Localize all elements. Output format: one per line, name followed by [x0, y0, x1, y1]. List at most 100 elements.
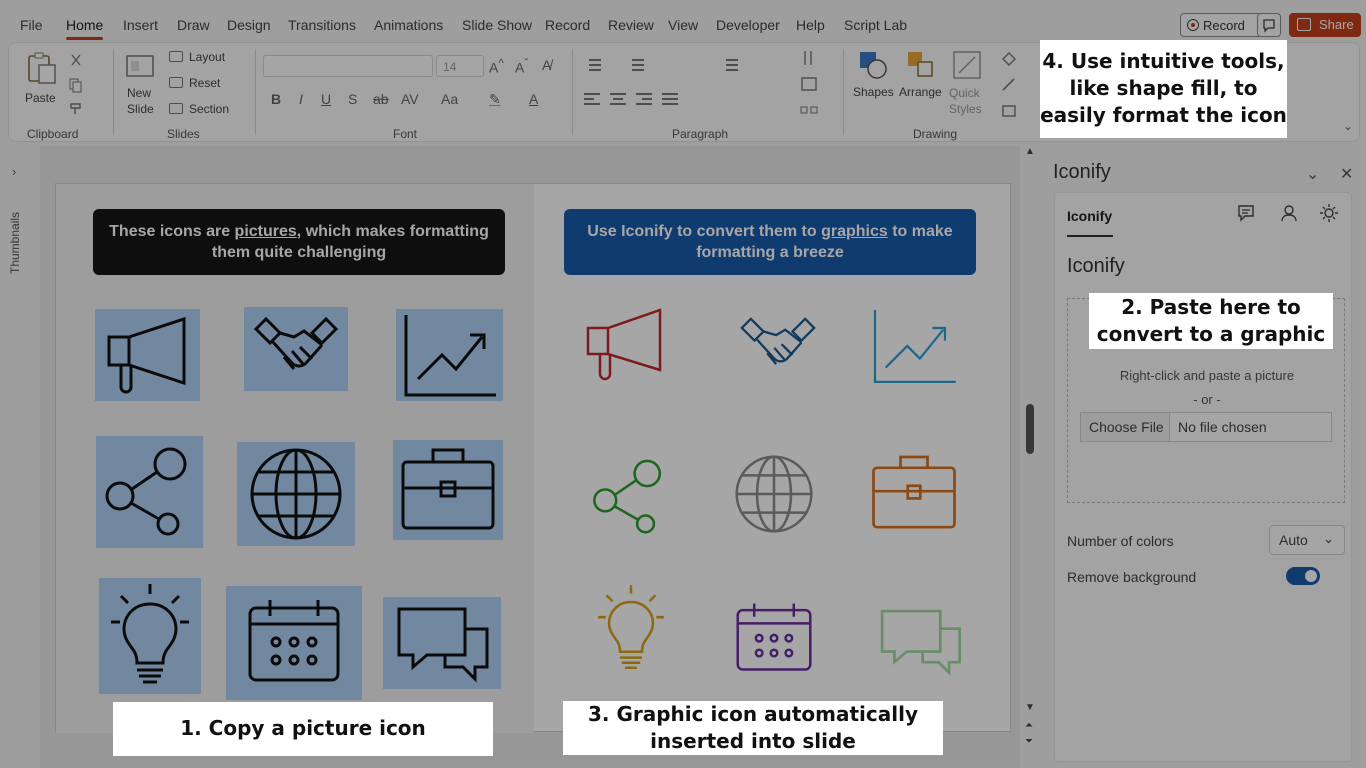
globe-graphic-icon[interactable]: [724, 446, 824, 542]
text-direction-icon[interactable]: [799, 49, 819, 67]
menu-help[interactable]: Help: [796, 17, 825, 33]
align-left-icon[interactable]: [584, 91, 602, 107]
layout-button[interactable]: Layout: [167, 49, 243, 67]
menu-design[interactable]: Design: [227, 17, 271, 33]
pane-title: Iconify: [1053, 161, 1111, 183]
shadow-icon[interactable]: S: [348, 91, 357, 107]
slide-canvas[interactable]: These icons are pictures, which makes fo…: [55, 183, 1011, 733]
paste-button[interactable]: Paste: [23, 49, 59, 119]
next-slide-icon[interactable]: ⏷: [1025, 736, 1033, 747]
lightbulb-picture[interactable]: [99, 578, 201, 694]
pictures-caption[interactable]: These icons are pictures, which makes fo…: [93, 209, 505, 275]
menu-file[interactable]: File: [20, 17, 43, 33]
menu-view[interactable]: View: [668, 17, 698, 33]
calendar-graphic-icon[interactable]: [716, 592, 832, 686]
numbering-icon[interactable]: [627, 57, 649, 73]
section-button[interactable]: Section: [167, 101, 243, 119]
close-icon[interactable]: ✕: [1340, 164, 1353, 184]
font-color-icon[interactable]: A: [529, 91, 538, 107]
italic-icon[interactable]: I: [299, 91, 303, 107]
previous-slide-icon[interactable]: ⏶: [1025, 720, 1033, 731]
briefcase-graphic-icon[interactable]: [864, 448, 964, 538]
theme-icon[interactable]: [1319, 203, 1339, 223]
menu-insert[interactable]: Insert: [123, 17, 158, 33]
shape-fill-icon[interactable]: [999, 49, 1019, 69]
feedback-icon[interactable]: [1236, 203, 1256, 223]
megaphone-picture[interactable]: [95, 309, 200, 401]
new-slide-button[interactable]: New Slide: [121, 49, 161, 119]
font-size-field[interactable]: 14: [436, 55, 484, 77]
graphics-caption[interactable]: Use Iconify to convert them to graphics …: [564, 209, 976, 275]
format-painter-icon[interactable]: [68, 101, 84, 117]
menu-draw[interactable]: Draw: [177, 17, 210, 33]
font-name-field[interactable]: [263, 55, 433, 77]
menu-record[interactable]: Record: [545, 17, 590, 33]
bullets-icon[interactable]: [584, 57, 606, 73]
align-right-icon[interactable]: [636, 91, 654, 107]
slide-scrollbar[interactable]: ▲ ▼ ⏶ ⏷: [1022, 146, 1038, 756]
new-slide-label: New Slide: [127, 86, 154, 116]
reset-button[interactable]: Reset: [167, 75, 243, 93]
strikethrough-icon[interactable]: ab: [373, 91, 389, 107]
change-case-icon[interactable]: Aa: [441, 91, 458, 107]
smartart-icon[interactable]: [799, 101, 819, 119]
globe-picture[interactable]: [237, 442, 355, 546]
increase-font-icon[interactable]: A^: [489, 57, 504, 76]
clear-formatting-icon[interactable]: A̸: [542, 57, 551, 73]
chat-picture[interactable]: [383, 597, 501, 689]
justify-icon[interactable]: [662, 91, 680, 107]
tab-iconify[interactable]: Iconify: [1067, 208, 1112, 224]
scroll-down-icon[interactable]: ▼: [1025, 702, 1035, 713]
remove-background-toggle[interactable]: [1286, 567, 1320, 585]
number-of-colors-select[interactable]: Auto ⌄: [1269, 525, 1345, 555]
chevron-down-icon: ⌄: [1323, 531, 1334, 546]
briefcase-picture[interactable]: [393, 440, 503, 540]
align-text-icon[interactable]: [799, 75, 819, 93]
chart-picture[interactable]: [396, 309, 503, 401]
account-icon[interactable]: [1279, 203, 1299, 223]
arrange-button[interactable]: Arrange: [897, 49, 943, 119]
chart-graphic-icon[interactable]: [866, 304, 962, 388]
thumbnails-label[interactable]: Thumbnails: [8, 212, 22, 274]
scroll-up-icon[interactable]: ▲: [1025, 146, 1035, 157]
underline-icon[interactable]: U: [321, 91, 331, 107]
shape-effects-icon[interactable]: [999, 101, 1019, 121]
menu-review[interactable]: Review: [608, 17, 654, 33]
share-graphic-icon[interactable]: [584, 450, 676, 544]
handshake-graphic-icon[interactable]: [728, 308, 828, 384]
chevron-right-icon[interactable]: ›: [12, 164, 16, 179]
menu-home[interactable]: Home: [66, 17, 104, 40]
chat-graphic-icon[interactable]: [868, 600, 972, 682]
lightbulb-graphic-icon[interactable]: [588, 580, 674, 678]
menu-animations[interactable]: Animations: [374, 17, 443, 33]
handshake-picture[interactable]: [244, 307, 348, 391]
shapes-button[interactable]: Shapes: [851, 49, 894, 119]
menu-slide-show[interactable]: Slide Show: [462, 17, 532, 33]
cut-icon[interactable]: [69, 53, 83, 67]
file-input[interactable]: Choose File No file chosen: [1080, 412, 1332, 442]
quick-styles-button[interactable]: Quick Styles: [947, 49, 987, 119]
share-picture[interactable]: [96, 436, 203, 548]
font-size-value: 14: [443, 60, 457, 74]
ribbon-collapse-icon[interactable]: ⌄: [1343, 119, 1353, 133]
scroll-thumb[interactable]: [1026, 404, 1034, 454]
align-center-icon[interactable]: [610, 91, 628, 107]
bold-icon[interactable]: B: [271, 91, 281, 107]
choose-file-button[interactable]: Choose File: [1081, 413, 1170, 441]
line-spacing-icon[interactable]: [721, 57, 743, 73]
calendar-picture[interactable]: [226, 586, 362, 700]
menu-script-lab[interactable]: Script Lab: [844, 17, 907, 33]
pane-options-icon[interactable]: ⌄: [1306, 164, 1319, 184]
menu-developer[interactable]: Developer: [716, 17, 780, 33]
shape-outline-icon[interactable]: [999, 75, 1019, 95]
highlight-icon[interactable]: ✎: [489, 91, 501, 108]
megaphone-graphic-icon[interactable]: [578, 304, 678, 388]
share-button[interactable]: Share: [1289, 13, 1361, 37]
record-button[interactable]: Record: [1180, 13, 1262, 37]
menu-transitions[interactable]: Transitions: [288, 17, 356, 33]
decrease-font-icon[interactable]: Aˇ: [515, 57, 528, 76]
comments-button[interactable]: [1257, 13, 1281, 37]
copy-icon[interactable]: [68, 77, 84, 93]
paragraph-group-label: Paragraph: [672, 127, 729, 141]
character-spacing-icon[interactable]: AV: [401, 91, 419, 107]
